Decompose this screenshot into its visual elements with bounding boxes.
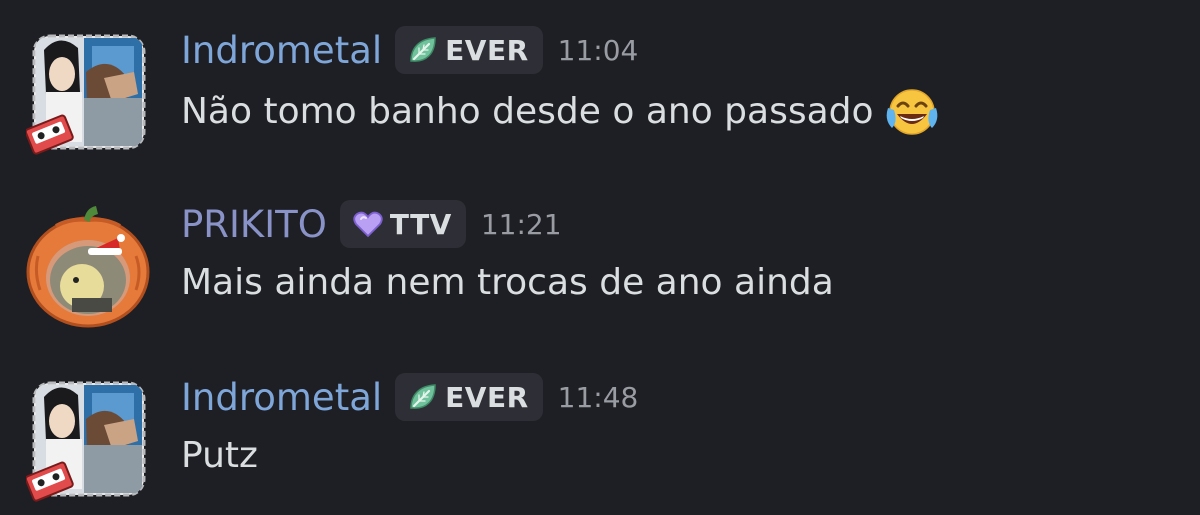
joy-emoji-icon[interactable] [884, 86, 940, 138]
timestamp[interactable]: 11:21 [481, 208, 562, 241]
avatar[interactable] [26, 379, 150, 503]
username[interactable]: Indrometal [181, 32, 382, 69]
message-header: Indrometal EVER 11:04 [181, 20, 638, 80]
guild-tag[interactable]: EVER [395, 26, 543, 74]
message-content: Mais ainda nem trocas de ano ainda [181, 260, 834, 306]
message-header: Indrometal EVER 11:48 [181, 367, 638, 427]
tag-label: TTV [389, 207, 452, 241]
avatar[interactable] [26, 206, 150, 330]
tag-label: EVER [445, 33, 529, 67]
leaf-icon [407, 381, 439, 413]
message-content: Não tomo banho desde o ano passado [181, 86, 940, 138]
message-content: Putz [181, 433, 258, 479]
message-text: Putz [181, 435, 258, 476]
heart-icon [352, 208, 384, 240]
timestamp[interactable]: 11:04 [558, 34, 639, 67]
avatar[interactable] [26, 32, 150, 156]
tag-label: EVER [445, 380, 529, 414]
message-header: PRIKITO TTV 11:21 [181, 194, 562, 254]
message: Indrometal EVER 11:48 Putz [0, 361, 1200, 511]
message: Indrometal EVER 11:04 Não tomo banho des… [0, 14, 1200, 164]
username[interactable]: PRIKITO [181, 206, 327, 243]
message-text: Mais ainda nem trocas de ano ainda [181, 262, 834, 303]
username[interactable]: Indrometal [181, 379, 382, 416]
guild-tag[interactable]: TTV [339, 200, 466, 248]
timestamp[interactable]: 11:48 [558, 381, 639, 414]
message-text: Não tomo banho desde o ano passado [181, 91, 874, 132]
leaf-icon [407, 34, 439, 66]
message: PRIKITO TTV 11:21 Mais ainda nem trocas … [0, 188, 1200, 338]
guild-tag[interactable]: EVER [395, 373, 543, 421]
